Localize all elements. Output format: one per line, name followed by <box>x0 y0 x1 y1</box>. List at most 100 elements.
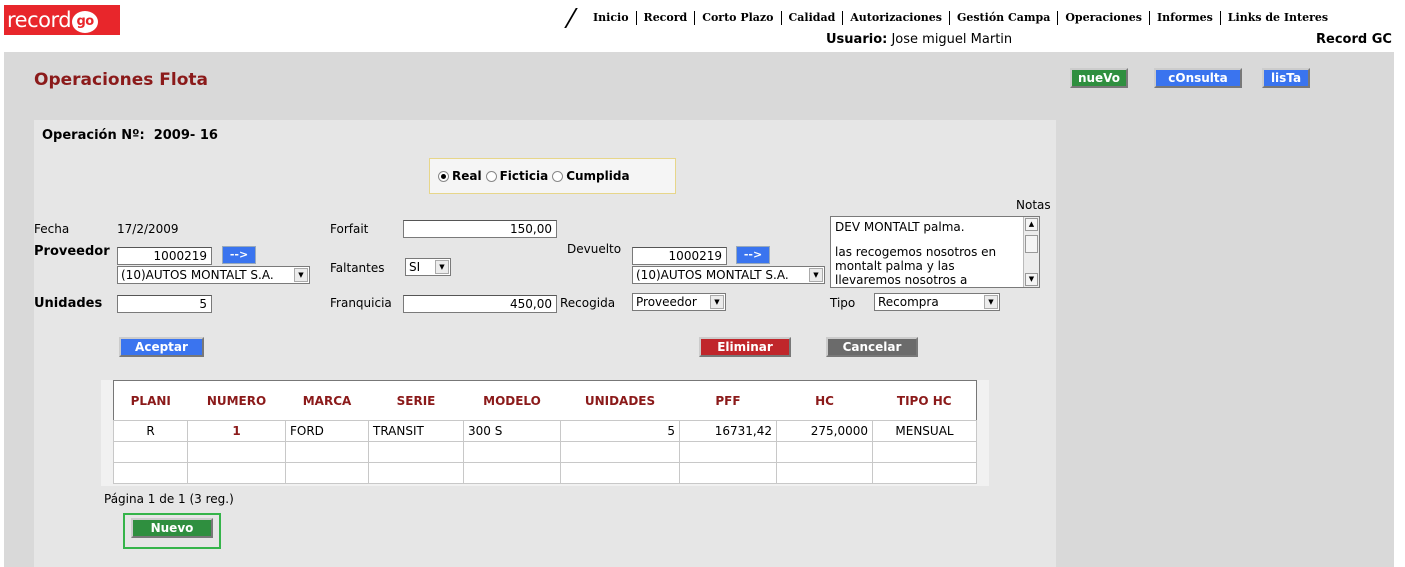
header-marca[interactable]: MARCA <box>285 380 369 421</box>
user-info: Usuario: Jose miguel Martin <box>826 32 1012 47</box>
tipo-select[interactable]: Recompra ▼ <box>874 293 1000 311</box>
table-row[interactable] <box>113 462 977 484</box>
menu-autorizaciones[interactable]: Autorizaciones <box>842 11 949 25</box>
eliminar-button[interactable]: Eliminar <box>699 337 791 357</box>
table-cell <box>463 441 561 463</box>
cell-plani: R <box>113 420 188 442</box>
cell-serie: TRANSIT <box>368 420 464 442</box>
fecha-value: 17/2/2009 <box>117 222 179 236</box>
faltantes-label: Faltantes <box>330 261 385 275</box>
menu-informes[interactable]: Informes <box>1148 11 1220 25</box>
main-menu: Inicio Record Corto Plazo Calidad Autori… <box>564 8 1336 28</box>
proveedor-code-field[interactable]: 1000219 <box>117 247 212 265</box>
cancelar-button[interactable]: Cancelar <box>826 337 918 357</box>
table-cell <box>560 441 680 463</box>
header-unidades[interactable]: UNIDADES <box>560 380 680 421</box>
table-cell <box>368 441 464 463</box>
radio-ficticia[interactable]: Ficticia <box>485 169 548 183</box>
recogida-select[interactable]: Proveedor ▼ <box>632 293 726 311</box>
cell-pff: 16731,42 <box>679 420 777 442</box>
unidades-label: Unidades <box>34 296 103 311</box>
menu-inicio[interactable]: Inicio <box>586 11 636 25</box>
forfait-field[interactable]: 150,00 <box>403 220 557 238</box>
header-pff[interactable]: PFF <box>679 380 777 421</box>
recordgo-logo[interactable]: record go <box>4 5 120 35</box>
table-cell <box>187 441 286 463</box>
table-cell <box>776 441 873 463</box>
menu-corto-plazo[interactable]: Corto Plazo <box>694 11 780 25</box>
scroll-up-icon[interactable]: ▲ <box>1025 218 1038 231</box>
nuevo-top-button[interactable]: nueVo <box>1070 68 1128 88</box>
notas-scrollbar[interactable]: ▲ ▼ <box>1023 217 1039 287</box>
company-name: Record GC <box>1316 32 1392 47</box>
recogida-label: Recogida <box>560 296 616 310</box>
notas-line-1: DEV MONTALT palma. <box>835 220 965 234</box>
table-row[interactable]: R 1 FORD TRANSIT 300 S 5 16731,42 275,00… <box>113 420 977 442</box>
header-tipo-hc[interactable]: TIPO HC <box>872 380 977 421</box>
aceptar-button[interactable]: Aceptar <box>119 337 204 357</box>
devuelto-go-button[interactable]: --> <box>736 246 770 264</box>
operation-panel: Operación Nº: 2009- 16 Real Ficticia Cum… <box>34 120 1056 567</box>
radio-cumplida[interactable]: Cumplida <box>552 169 630 183</box>
lista-button[interactable]: lisTa <box>1262 68 1310 88</box>
chevron-down-icon[interactable]: ▼ <box>984 295 998 309</box>
chevron-down-icon[interactable]: ▼ <box>710 295 724 309</box>
chevron-down-icon[interactable]: ▼ <box>809 268 823 282</box>
chevron-down-icon[interactable]: ▼ <box>294 268 308 282</box>
cell-unidades: 5 <box>560 420 680 442</box>
menu-links-de-interes[interactable]: Links de Interes <box>1219 11 1335 25</box>
table-cell <box>113 441 188 463</box>
proveedor-label: Proveedor <box>34 244 110 259</box>
nuevo-row-button[interactable]: Nuevo <box>131 518 213 538</box>
consulta-button[interactable]: cOnsulta <box>1154 68 1242 88</box>
top-bar: record go Inicio Record Corto Plazo Calid… <box>0 0 1405 52</box>
radio-cumplida-circle[interactable] <box>552 170 564 182</box>
pagination-info: Página 1 de 1 (3 reg.) <box>104 492 234 506</box>
header-numero[interactable]: NUMERO <box>187 380 286 421</box>
franquicia-field[interactable]: 450,00 <box>403 295 557 313</box>
header-modelo[interactable]: MODELO <box>463 380 561 421</box>
table-cell <box>187 462 286 484</box>
header-plani[interactable]: PLANI <box>113 380 188 421</box>
table-cell <box>463 462 561 484</box>
operation-number: Operación Nº: 2009- 16 <box>42 128 218 143</box>
menu-gestion-campa[interactable]: Gestión Campa <box>948 11 1057 25</box>
menu-decoration <box>564 8 588 28</box>
menu-calidad[interactable]: Calidad <box>780 11 843 25</box>
franquicia-label: Franquicia <box>330 296 392 310</box>
radio-real-circle[interactable] <box>438 170 449 182</box>
table-cell <box>285 462 369 484</box>
cell-hc: 275,0000 <box>776 420 873 442</box>
radio-real[interactable]: Real <box>438 169 482 183</box>
table-cell <box>285 441 369 463</box>
operation-type-group: Real Ficticia Cumplida <box>429 158 676 194</box>
menu-operaciones[interactable]: Operaciones <box>1057 11 1149 25</box>
main-area: Operaciones Flota nueVo cOnsulta lisTa O… <box>4 52 1394 567</box>
table-cell <box>560 462 680 484</box>
header-serie[interactable]: SERIE <box>368 380 464 421</box>
radio-ficticia-circle[interactable] <box>485 170 497 182</box>
proveedor-go-button[interactable]: --> <box>222 246 256 264</box>
table-row[interactable] <box>113 441 977 463</box>
fecha-label: Fecha <box>34 222 70 236</box>
scroll-down-icon[interactable]: ▼ <box>1025 273 1038 286</box>
table-cell <box>679 441 777 463</box>
unidades-field[interactable]: 5 <box>117 295 212 313</box>
header-hc[interactable]: HC <box>776 380 873 421</box>
menu-record[interactable]: Record <box>635 11 695 25</box>
devuelto-label: Devuelto <box>567 242 622 256</box>
faltantes-select[interactable]: SI ▼ <box>405 258 451 276</box>
chevron-down-icon[interactable]: ▼ <box>435 260 449 274</box>
cell-numero-link[interactable]: 1 <box>187 420 286 442</box>
notas-line-2: las recogemos nosotros en montalt palma … <box>835 245 997 287</box>
table-cell <box>776 462 873 484</box>
devuelto-select[interactable]: (10)AUTOS MONTALT S.A. ▼ <box>632 266 825 284</box>
notas-label: Notas <box>1016 198 1051 212</box>
notas-textarea[interactable]: DEV MONTALT palma. las recogemos nosotro… <box>830 216 1040 288</box>
devuelto-code-field[interactable]: 1000219 <box>632 247 727 265</box>
cell-marca: FORD <box>285 420 369 442</box>
scroll-thumb[interactable] <box>1025 235 1038 253</box>
table-cell <box>113 462 188 484</box>
proveedor-select[interactable]: (10)AUTOS MONTALT S.A. ▼ <box>117 266 310 284</box>
table-cell <box>679 462 777 484</box>
